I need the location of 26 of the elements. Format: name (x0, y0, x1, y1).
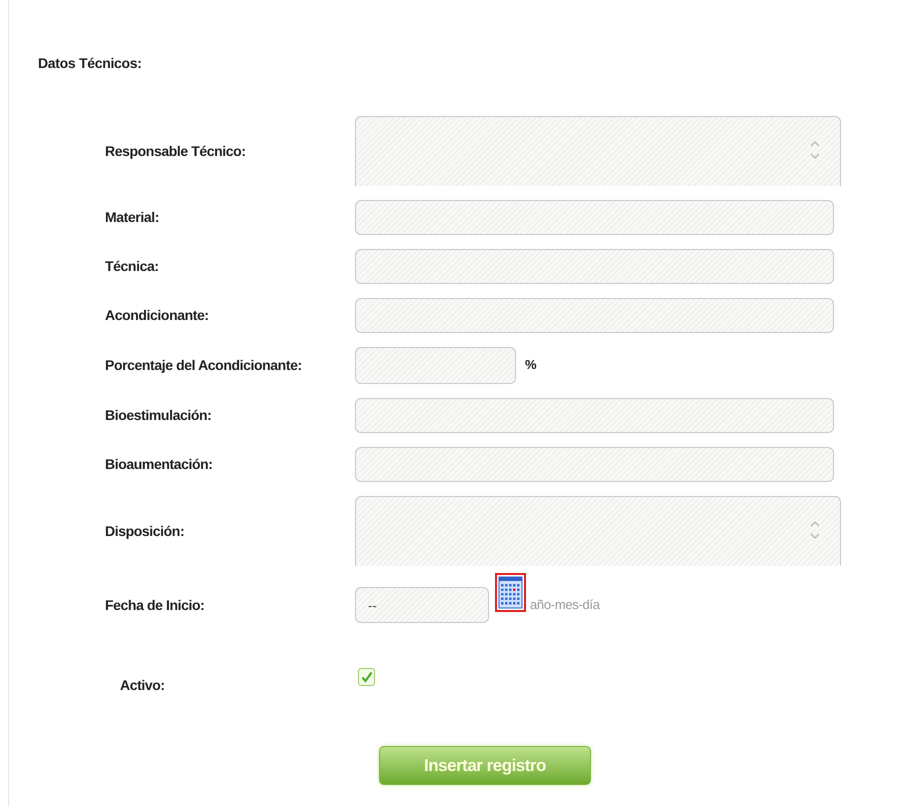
calendar-icon[interactable] (495, 573, 526, 612)
field-label: Disposición: (105, 522, 186, 541)
section-title: Datos Técnicos: (38, 54, 142, 73)
input-field[interactable] (355, 200, 834, 235)
scroll-arrows-icon[interactable] (810, 519, 820, 541)
input-field[interactable] (355, 298, 834, 333)
unit-label: % (525, 356, 537, 374)
text-area[interactable] (355, 496, 841, 566)
input-field[interactable] (355, 398, 834, 433)
checkbox-label: Activo: (120, 676, 166, 695)
field-label: Fecha de Inicio: (105, 596, 206, 614)
date-format-hint: año-mes-día (530, 596, 600, 614)
field-label: Bioestimulación: (105, 406, 212, 425)
field-label: Acondicionante: (105, 306, 210, 325)
field-label: Porcentaje del Acondicionante: (105, 356, 303, 375)
text-area[interactable] (355, 116, 841, 186)
field-label: Responsable Técnico: (105, 142, 247, 161)
field-label: Bioaumentación: (105, 455, 214, 474)
date-field[interactable]: -- (355, 587, 489, 623)
input-field[interactable] (355, 347, 516, 384)
checkbox[interactable] (358, 668, 375, 686)
field-label: Técnica: (105, 257, 160, 276)
input-field[interactable] (355, 249, 834, 284)
scroll-arrows-icon[interactable] (810, 139, 820, 161)
field-label: Material: (105, 208, 160, 227)
input-field[interactable] (355, 447, 834, 482)
